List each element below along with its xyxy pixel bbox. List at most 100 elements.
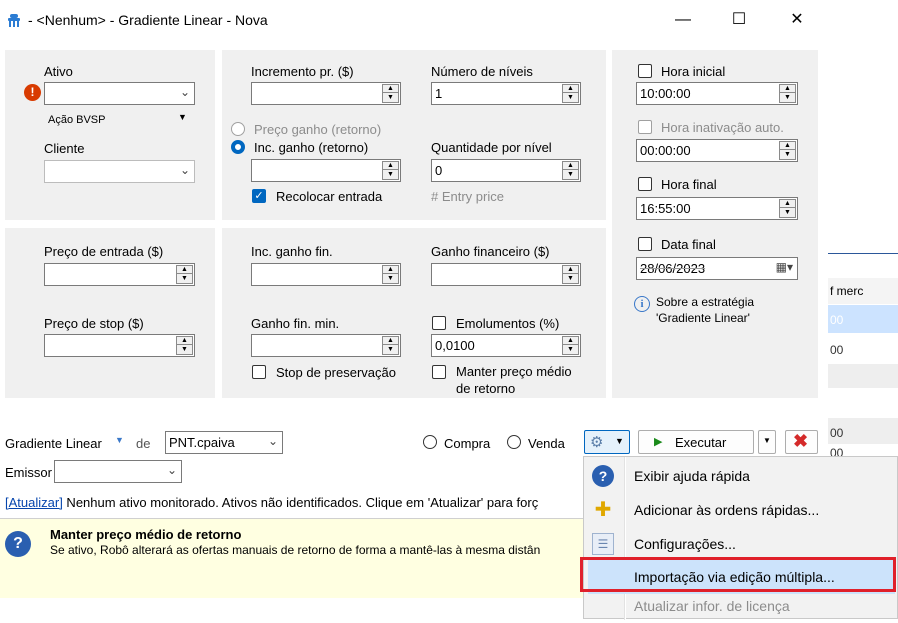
spin-down-icon[interactable]: ▼ [383, 171, 398, 179]
spin-up-icon[interactable]: ▲ [563, 266, 578, 274]
spin-down-icon[interactable]: ▼ [383, 94, 398, 102]
recolocar-checkbox[interactable]: ✓ [252, 189, 266, 203]
inc-ganho-field[interactable]: ▲ ▼ [251, 159, 401, 182]
spin-down-icon[interactable]: ▼ [177, 275, 192, 283]
hora-inativacao-checkbox[interactable] [638, 120, 652, 134]
minimize-button[interactable]: — [660, 0, 706, 40]
spin-up-icon[interactable]: ▲ [383, 337, 398, 345]
spin-up-icon[interactable]: ▲ [177, 337, 192, 345]
spin-down-icon[interactable]: ▼ [563, 171, 578, 179]
inc-ganho-fin-field[interactable]: ▲ ▼ [251, 263, 401, 286]
spin-buttons[interactable]: ▲ ▼ [779, 141, 796, 160]
emolumentos-checkbox[interactable] [432, 316, 446, 330]
inc-ganho-fin-label: Inc. ganho fin. [251, 244, 333, 259]
compra-radio[interactable] [423, 435, 437, 449]
ganho-fin-min-field[interactable]: ▲ ▼ [251, 334, 401, 357]
spin-down-icon[interactable]: ▼ [780, 209, 795, 217]
background-cell: 00 [830, 313, 844, 327]
spin-up-icon[interactable]: ▲ [383, 162, 398, 170]
executar-button[interactable]: ▶ Executar [638, 430, 754, 454]
preco-ganho-radio[interactable] [231, 122, 245, 136]
venda-radio[interactable] [507, 435, 521, 449]
spin-up-icon[interactable]: ▲ [177, 266, 192, 274]
hora-inicial-checkbox[interactable] [638, 64, 652, 78]
ativo-combo[interactable]: ⌄ [44, 82, 195, 105]
menu-item-configuracoes[interactable]: ☰ Configurações... [584, 527, 898, 561]
numero-niveis-field[interactable]: 1 ▲ ▼ [431, 82, 581, 105]
hora-final-checkbox[interactable] [638, 177, 652, 191]
sobre-label-line2[interactable]: 'Gradiente Linear' [656, 311, 750, 325]
spin-up-icon[interactable]: ▲ [563, 337, 578, 345]
cliente-combo[interactable]: ⌄ [44, 160, 195, 183]
ganho-financeiro-field[interactable]: ▲ ▼ [431, 263, 581, 286]
options-menu-button[interactable]: ⚙ ▼ [584, 430, 630, 454]
preco-stop-field[interactable]: ▲ ▼ [44, 334, 195, 357]
quantidade-field[interactable]: 0 ▲ ▼ [431, 159, 581, 182]
spin-up-icon[interactable]: ▲ [780, 200, 795, 208]
stop-preservacao-checkbox[interactable] [252, 365, 266, 379]
spin-down-icon[interactable]: ▼ [563, 346, 578, 354]
menu-item-atualizar-licenca[interactable]: Atualizar infor. de licença [584, 589, 898, 623]
manter-preco-checkbox[interactable] [432, 365, 446, 379]
data-final-checkbox[interactable] [638, 237, 652, 251]
spin-down-icon[interactable]: ▼ [780, 94, 795, 102]
spin-buttons[interactable]: ▲ ▼ [382, 161, 399, 180]
spin-buttons[interactable]: ▲ ▼ [779, 199, 796, 218]
emolumentos-value: 0,0100 [435, 338, 475, 353]
hora-inativacao-field[interactable]: 00:00:00 ▲ ▼ [636, 139, 798, 162]
spin-buttons[interactable]: ▲ ▼ [562, 265, 579, 284]
strategy-dropdown-icon[interactable]: ▼ [115, 435, 124, 445]
sobre-label-line1[interactable]: Sobre a estratégia [656, 295, 754, 309]
spin-buttons[interactable]: ▲ ▼ [176, 265, 193, 284]
ativo-type-dropdown-icon[interactable]: ▼ [178, 112, 187, 122]
spin-up-icon[interactable]: ▲ [383, 85, 398, 93]
spin-buttons[interactable]: ▲ ▼ [779, 84, 796, 103]
preco-entrada-field[interactable]: ▲ ▼ [44, 263, 195, 286]
calendar-dropdown-icon[interactable]: ▦▾ [776, 260, 793, 274]
emissor-combo[interactable]: ⌄ [54, 460, 182, 483]
menu-item-label: Configurações... [634, 536, 736, 552]
incremento-field[interactable]: ▲ ▼ [251, 82, 401, 105]
ganho-financeiro-label: Ganho financeiro ($) [431, 244, 550, 259]
spin-buttons[interactable]: ▲ ▼ [382, 265, 399, 284]
account-combo[interactable]: PNT.cpaiva ⌄ [165, 431, 283, 454]
menu-item-adicionar-ordens[interactable]: ✚ Adicionar às ordens rápidas... [584, 493, 898, 527]
spin-down-icon[interactable]: ▼ [563, 275, 578, 283]
spin-up-icon[interactable]: ▲ [383, 266, 398, 274]
spin-up-icon[interactable]: ▲ [563, 85, 578, 93]
spin-up-icon[interactable]: ▲ [563, 162, 578, 170]
stop-preservacao-label: Stop de preservação [276, 365, 396, 380]
close-button[interactable]: ✕ [774, 0, 820, 40]
background-row: 00 [828, 343, 898, 357]
gear-icon: ⚙ [590, 434, 604, 451]
spin-buttons[interactable]: ▲ ▼ [176, 336, 193, 355]
data-final-picker[interactable]: 28/06/2023 ▦▾ [636, 257, 798, 280]
menu-item-label: Atualizar infor. de licença [634, 598, 790, 614]
hora-inicial-field[interactable]: 10:00:00 ▲ ▼ [636, 82, 798, 105]
spin-down-icon[interactable]: ▼ [780, 151, 795, 159]
spin-buttons[interactable]: ▲ ▼ [382, 84, 399, 103]
quantidade-label: Quantidade por nível [431, 140, 552, 155]
spin-buttons[interactable]: ▲ ▼ [562, 336, 579, 355]
add-star-icon: ✚ [594, 499, 612, 521]
spin-buttons[interactable]: ▲ ▼ [562, 84, 579, 103]
spin-buttons[interactable]: ▲ ▼ [562, 161, 579, 180]
spin-down-icon[interactable]: ▼ [177, 346, 192, 354]
spin-buttons[interactable]: ▲ ▼ [382, 336, 399, 355]
spin-up-icon[interactable]: ▲ [780, 85, 795, 93]
spin-down-icon[interactable]: ▼ [383, 275, 398, 283]
atualizar-link[interactable]: [Atualizar] [5, 495, 63, 510]
maximize-button[interactable]: ☐ [716, 0, 762, 40]
executar-dropdown-button[interactable]: ▼ [758, 430, 776, 454]
help-question-icon: ? [5, 531, 31, 557]
menu-item-exibir-ajuda[interactable]: ? Exibir ajuda rápida [584, 459, 898, 493]
cancel-button[interactable]: ✖ [785, 430, 818, 454]
title-bar: - <Nenhum> - Gradiente Linear - Nova — ☐… [0, 0, 828, 40]
emolumentos-field[interactable]: 0,0100 ▲ ▼ [431, 334, 581, 357]
spin-up-icon[interactable]: ▲ [780, 142, 795, 150]
inc-ganho-radio[interactable] [231, 140, 245, 154]
options-context-menu: ? Exibir ajuda rápida ✚ Adicionar às ord… [583, 456, 898, 620]
spin-down-icon[interactable]: ▼ [563, 94, 578, 102]
spin-down-icon[interactable]: ▼ [383, 346, 398, 354]
hora-final-field[interactable]: 16:55:00 ▲ ▼ [636, 197, 798, 220]
